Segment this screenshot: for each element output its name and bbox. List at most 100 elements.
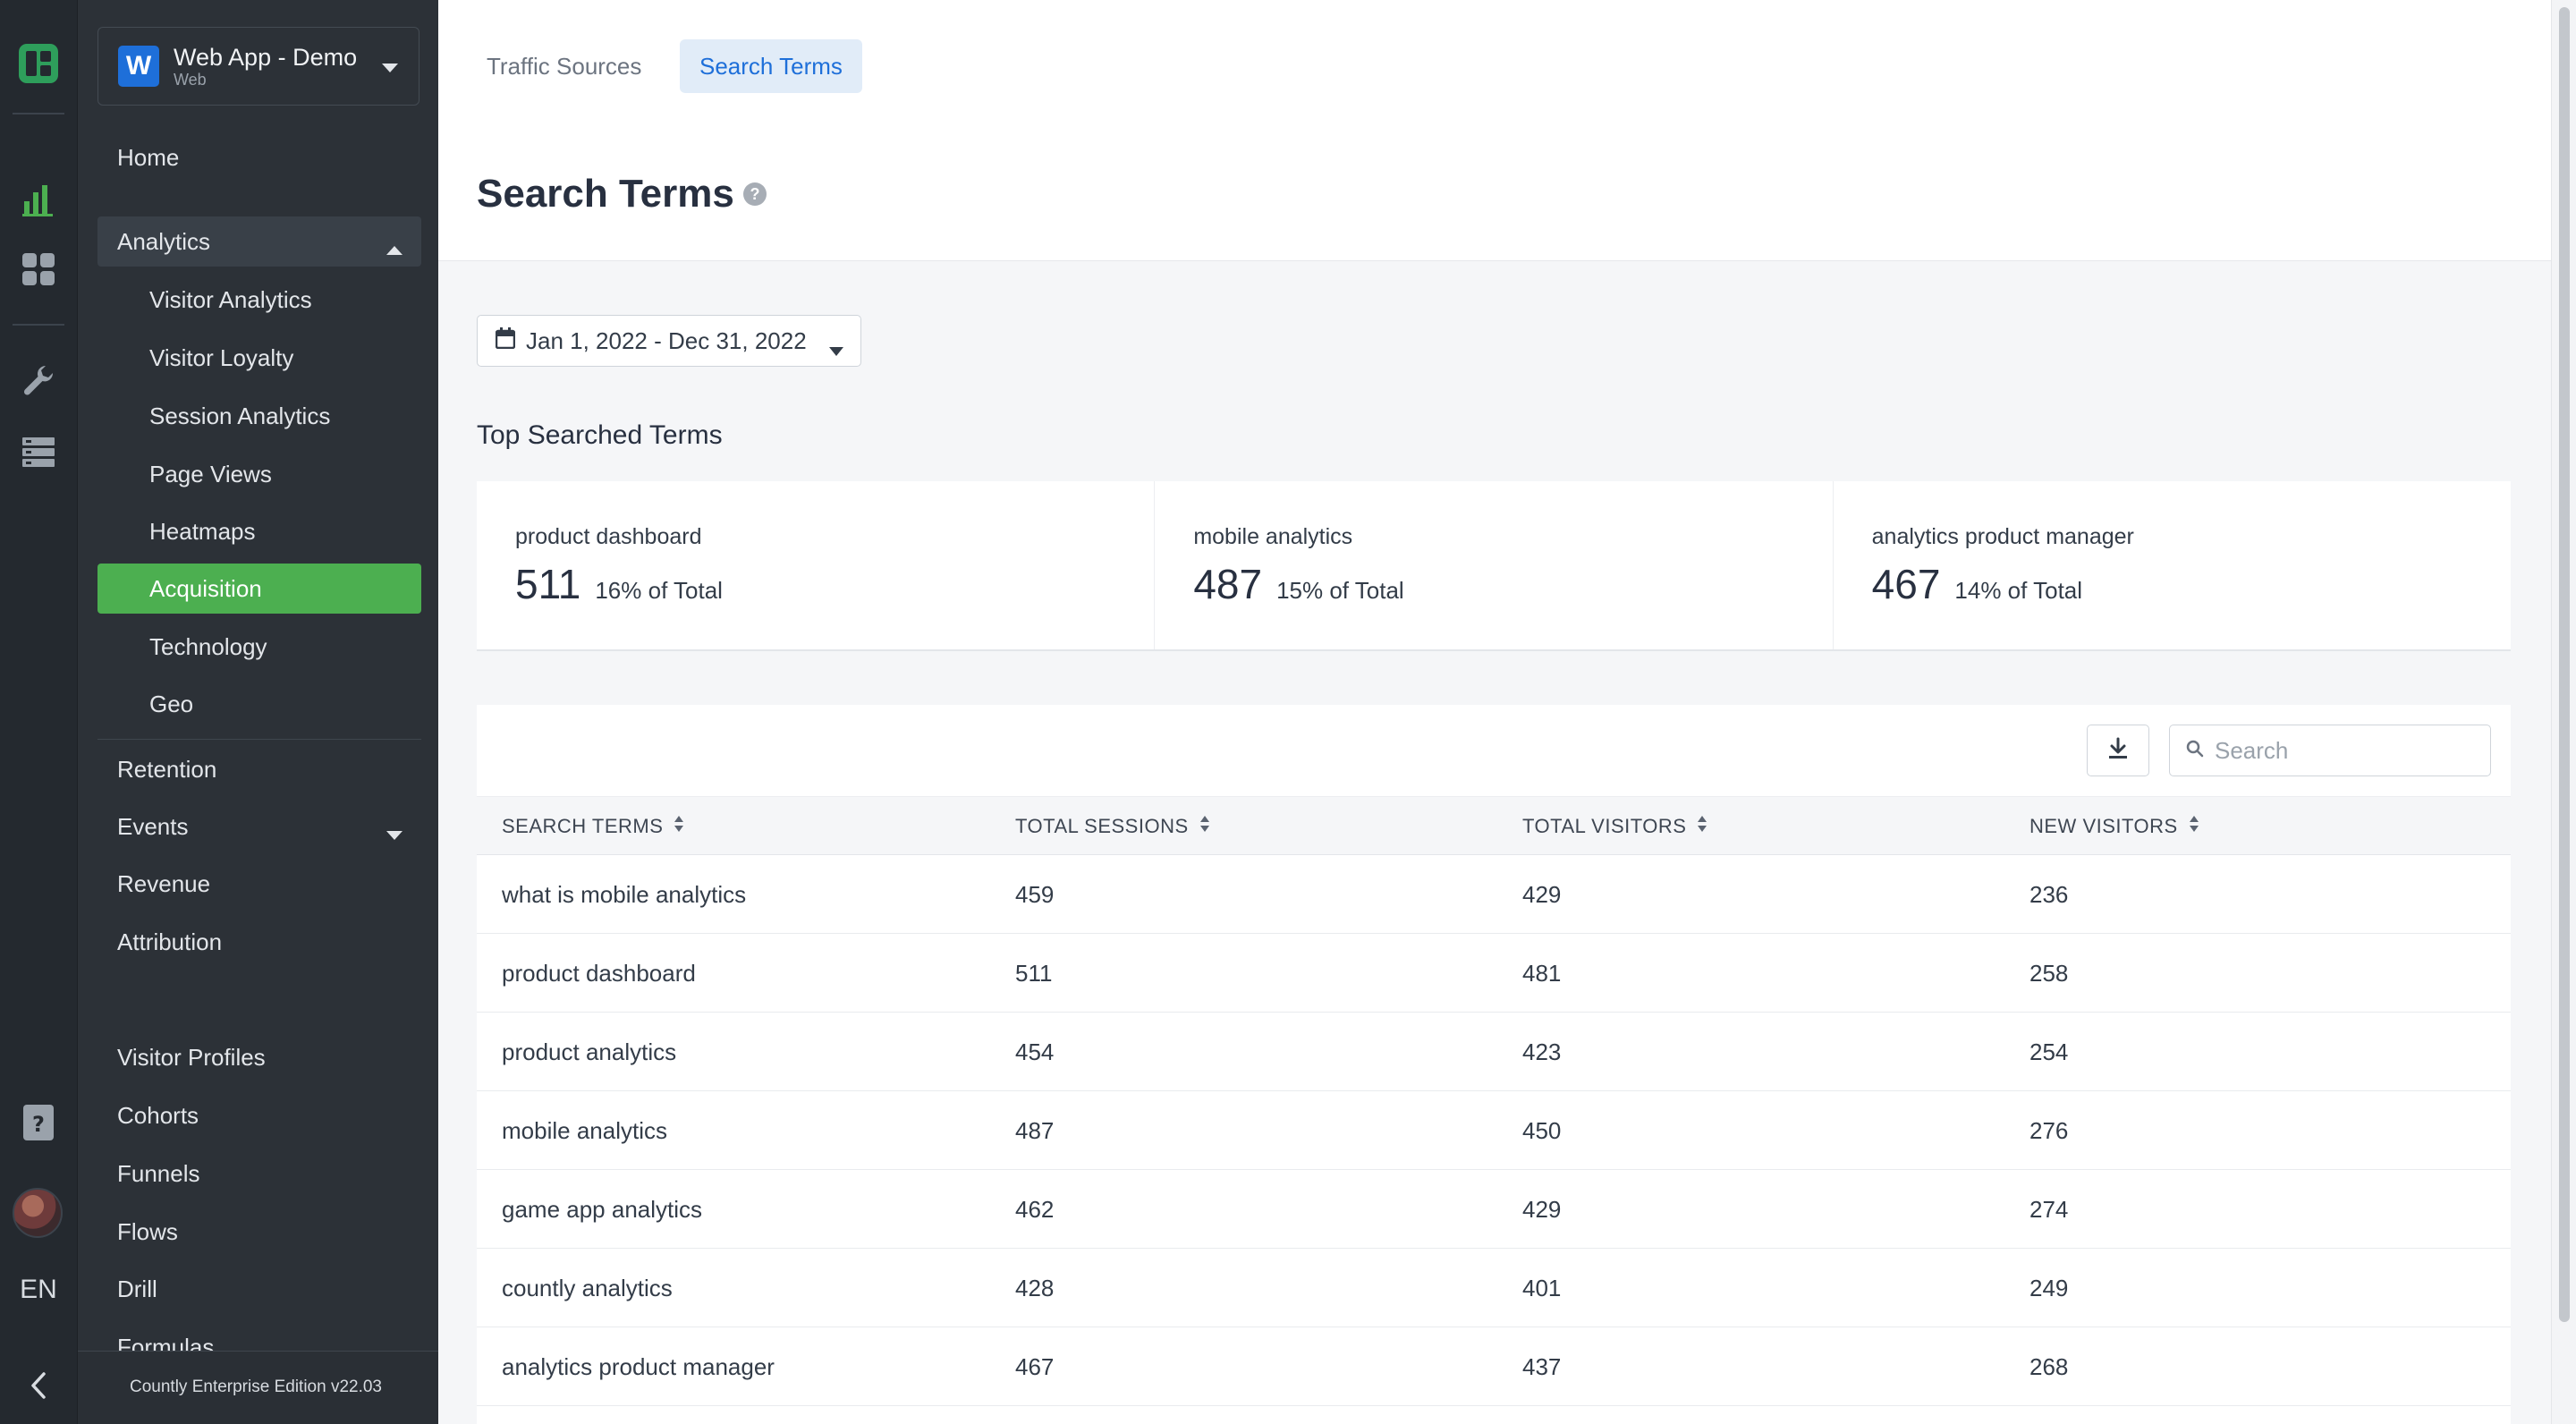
sidebar-item-label: Acquisition: [149, 574, 262, 602]
cell-total-visitors: 437: [1522, 1352, 1562, 1380]
table-row[interactable]: what is mobile analytics 459 429 236: [477, 855, 2511, 934]
help-icon[interactable]: ?: [743, 182, 767, 206]
sidebar-item-geo[interactable]: Geo: [97, 679, 421, 729]
sidebar-item-flows[interactable]: Flows: [97, 1207, 421, 1257]
search-input[interactable]: [2215, 736, 2474, 765]
cell-total-sessions: 428: [1015, 1274, 1055, 1301]
table-row[interactable]: mobile analytics 487 450 276: [477, 1091, 2511, 1170]
column-header-label: TOTAL VISITORS: [1522, 815, 1687, 837]
notes-icon[interactable]: ?: [14, 1098, 63, 1147]
column-header-total-visitors[interactable]: TOTAL VISITORS: [1522, 797, 1707, 856]
column-header-label: SEARCH TERMS: [502, 815, 664, 837]
sidebar-item-label: Drill: [117, 1275, 157, 1302]
download-button[interactable]: [2087, 725, 2149, 776]
app-selector[interactable]: W Web App - Demo Web: [97, 27, 419, 106]
cell-new-visitors: 254: [2029, 1038, 2069, 1065]
page-title: Search Terms: [477, 172, 734, 216]
tab-search-terms[interactable]: Search Terms: [680, 39, 862, 93]
svg-text:?: ?: [32, 1112, 45, 1137]
top-term-label: mobile analytics: [1193, 524, 1353, 549]
column-header-label: NEW VISITORS: [2029, 815, 2178, 837]
cell-total-visitors: 429: [1522, 880, 1562, 908]
sidebar-item-label: Revenue: [117, 869, 211, 897]
column-header-total-sessions[interactable]: TOTAL SESSIONS: [1015, 797, 1210, 856]
sidebar-item-label: Page Views: [149, 460, 272, 487]
sidebar-item-drill[interactable]: Drill: [97, 1264, 421, 1314]
collapse-sidebar-button[interactable]: [0, 1351, 77, 1424]
calendar-icon: [495, 326, 516, 355]
cell-new-visitors: 258: [2029, 959, 2069, 987]
top-term-percent: 16% of Total: [595, 577, 723, 604]
sidebar-item-label: Analytics: [117, 227, 211, 255]
cell-total-sessions: 459: [1015, 880, 1055, 908]
countly-logo-icon[interactable]: [14, 39, 63, 88]
cell-new-visitors: 276: [2029, 1116, 2069, 1144]
cell-total-visitors: 423: [1522, 1038, 1562, 1065]
sidebar-item-home[interactable]: Home: [97, 132, 421, 182]
table-row[interactable]: countly analytics 428 401 249: [477, 1249, 2511, 1327]
sort-icon: [1199, 815, 1210, 838]
sidebar-item-events[interactable]: Events: [97, 801, 421, 852]
sort-icon: [1697, 815, 1707, 838]
sidebar-item-label: Technology: [149, 632, 267, 660]
cell-new-visitors: 249: [2029, 1274, 2069, 1301]
chevron-left-icon: [30, 1371, 47, 1403]
sidebar-item-funnels[interactable]: Funnels: [97, 1149, 421, 1199]
cell-new-visitors: 274: [2029, 1195, 2069, 1223]
date-range-picker[interactable]: Jan 1, 2022 - Dec 31, 2022: [477, 315, 861, 367]
main-content: Traffic Sources Search Terms Search Term…: [438, 0, 2551, 1424]
cell-total-sessions: 511: [1015, 959, 1053, 987]
scrollbar-thumb[interactable]: [2559, 7, 2570, 1322]
sidebar-item-cohorts[interactable]: Cohorts: [97, 1090, 421, 1140]
column-header-label: TOTAL SESSIONS: [1015, 815, 1189, 837]
rail-divider: [13, 113, 64, 114]
avatar[interactable]: [13, 1188, 63, 1238]
cell-search-term: game app analytics: [502, 1195, 703, 1223]
database-icon[interactable]: [14, 428, 63, 476]
sidebar-item-session-analytics[interactable]: Session Analytics: [97, 391, 421, 441]
chevron-up-icon: [386, 234, 403, 262]
table-row[interactable]: game app analytics 462 429 274: [477, 1170, 2511, 1249]
sidebar-item-revenue[interactable]: Revenue: [97, 859, 421, 909]
cell-total-sessions: 467: [1015, 1352, 1055, 1380]
sidebar-item-visitor-analytics[interactable]: Visitor Analytics: [97, 275, 421, 325]
table-row[interactable]: product analytics 454 423 254: [477, 1013, 2511, 1091]
table-row[interactable]: analytics product manager 467 437 268: [477, 1327, 2511, 1406]
cell-search-term: countly analytics: [502, 1274, 673, 1301]
search-icon: [2186, 740, 2204, 762]
language-switch[interactable]: EN: [0, 1275, 77, 1305]
sidebar-item-visitor-profiles[interactable]: Visitor Profiles: [97, 1032, 421, 1082]
sidebar-item-visitor-loyalty[interactable]: Visitor Loyalty: [97, 333, 421, 383]
top-terms-summary: product dashboard 511 16% of Total mobil…: [477, 481, 2511, 651]
sidebar-item-retention[interactable]: Retention: [97, 744, 421, 794]
sidebar-item-attribution[interactable]: Attribution: [97, 917, 421, 967]
sidebar-item-label: Heatmaps: [149, 517, 256, 545]
analytics-chart-icon[interactable]: [14, 175, 63, 224]
table-search[interactable]: [2169, 725, 2491, 776]
sidebar-item-analytics[interactable]: Analytics: [97, 216, 421, 267]
top-term-value: 467: [1871, 561, 1941, 607]
column-header-new-visitors[interactable]: NEW VISITORS: [2029, 797, 2199, 856]
top-term-percent: 14% of Total: [1954, 577, 2083, 604]
cell-search-term: analytics product manager: [502, 1352, 775, 1380]
sidebar-item-technology[interactable]: Technology: [97, 622, 421, 672]
top-term-card: mobile analytics 487 15% of Total: [1155, 481, 1834, 649]
cell-total-sessions: 454: [1015, 1038, 1055, 1065]
app-name: Web App - Demo: [174, 44, 358, 71]
table-row[interactable]: product dashboard 511 481 258: [477, 934, 2511, 1013]
app-badge: W: [118, 46, 159, 87]
dashboard-grid-icon[interactable]: [14, 245, 63, 293]
sidebar-item-heatmaps[interactable]: Heatmaps: [97, 506, 421, 556]
cell-new-visitors: 268: [2029, 1352, 2069, 1380]
cell-total-visitors: 401: [1522, 1274, 1562, 1301]
sidebar-item-acquisition[interactable]: Acquisition: [97, 564, 421, 614]
search-terms-table: SEARCH TERMS TOTAL SESSIONS TOTAL VISITO…: [477, 705, 2511, 1424]
sidebar: W Web App - Demo Web Home Analytics Visi…: [77, 0, 439, 1424]
sidebar-item-label: Visitor Loyalty: [149, 343, 294, 371]
cell-search-term: mobile analytics: [502, 1116, 667, 1144]
column-header-search-terms[interactable]: SEARCH TERMS: [502, 797, 684, 856]
tab-traffic-sources[interactable]: Traffic Sources: [467, 39, 661, 93]
sidebar-item-page-views[interactable]: Page Views: [97, 449, 421, 499]
page-scrollbar[interactable]: [2551, 0, 2576, 1424]
wrench-icon[interactable]: [14, 356, 63, 404]
